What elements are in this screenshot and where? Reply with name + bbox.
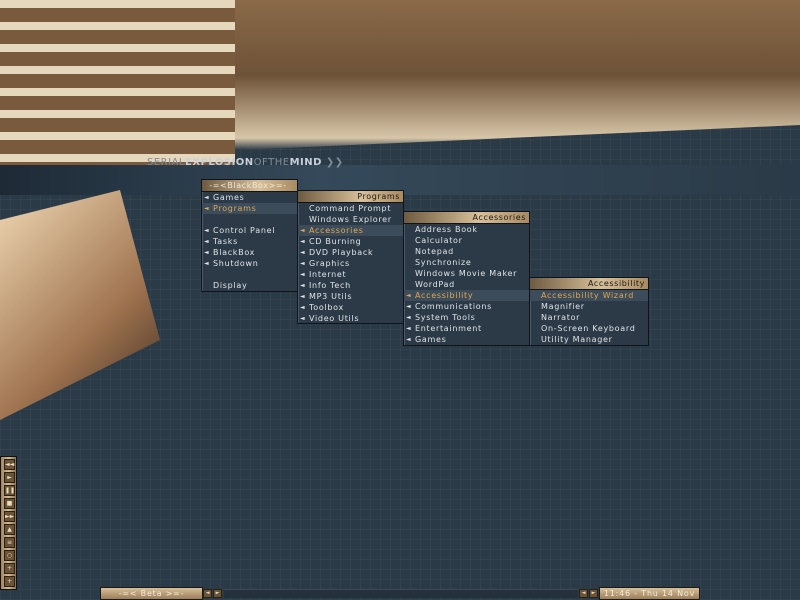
workspace-label[interactable]: -=< Beta >=- — [100, 587, 203, 600]
menu-item-calculator[interactable]: Calculator — [404, 235, 529, 246]
menu-item-video-utils[interactable]: Video Utils — [298, 313, 403, 324]
play-icon[interactable]: ► — [4, 472, 15, 483]
next-workspace-button[interactable]: ► — [213, 589, 222, 598]
accessibility-submenu: Accessibility Accessibility Wizard Magnifi… — [529, 277, 649, 346]
next-window-button[interactable]: ► — [589, 589, 598, 598]
menu-item-wordpad[interactable]: WordPad — [404, 279, 529, 290]
menu-item-system-tools[interactable]: System Tools — [404, 312, 529, 323]
eject-icon[interactable]: ▲ — [4, 524, 15, 535]
menu-separator — [202, 214, 297, 225]
media-toolbar: ◄◄ ► ❚❚ ■ ►► ▲ ≡ ○ + + — [0, 456, 17, 590]
menu-title: Accessibility — [530, 278, 648, 290]
menu-item-entertainment[interactable]: Entertainment — [404, 323, 529, 334]
menu-item-blackbox[interactable]: BlackBox — [202, 247, 297, 258]
menu-item-control-panel[interactable]: Control Panel — [202, 225, 297, 236]
menu-item-mp3-utils[interactable]: MP3 Utils — [298, 291, 403, 302]
clock: 11:46 - Thu 14 Nov — [599, 587, 700, 600]
menu-item-notepad[interactable]: Notepad — [404, 246, 529, 257]
menu-item-narrator[interactable]: Narrator — [530, 312, 648, 323]
accessories-submenu: Accessories Address Book Calculator Notepad… — [403, 211, 530, 346]
menu-item-on-screen-keyboard[interactable]: On-Screen Keyboard — [530, 323, 648, 334]
wallpaper-beams — [0, 0, 235, 165]
menu-item-info-tech[interactable]: Info Tech — [298, 280, 403, 291]
menu-title: Accessories — [404, 212, 529, 224]
menu-item-toolbox[interactable]: Toolbox — [298, 302, 403, 313]
volume-up-icon[interactable]: + — [4, 563, 15, 574]
blackbox-root-menu: -=<BlackBox>=-GamesPrograms Control Panel… — [201, 179, 298, 292]
repeat-icon[interactable]: ○ — [4, 550, 15, 561]
menu-item-display[interactable]: Display — [202, 280, 297, 291]
menu-title: -=<BlackBox>=- — [202, 180, 297, 192]
programs-submenu: ProgramsCommand PromptWindows ExplorerAc… — [297, 190, 404, 324]
menu-item-cd-burning[interactable]: CD Burning — [298, 236, 403, 247]
wallpaper-logo: SERIALEXPLOSIONOFTHEMIND ❯❯ — [147, 157, 344, 168]
fast-forward-icon[interactable]: ►► — [4, 511, 15, 522]
menu-item-tasks[interactable]: Tasks — [202, 236, 297, 247]
menu-item-utility-manager[interactable]: Utility Manager — [530, 334, 648, 345]
menu-title: Programs — [298, 191, 403, 203]
prev-workspace-button[interactable]: ◄ — [203, 589, 212, 598]
menu-item-synchronize[interactable]: Synchronize — [404, 257, 529, 268]
menu-item-dvd-playback[interactable]: DVD Playback — [298, 247, 403, 258]
menu-item-internet[interactable]: Internet — [298, 269, 403, 280]
menu-item-games[interactable]: Games — [202, 192, 297, 203]
menu-item-programs[interactable]: Programs — [202, 203, 297, 214]
menu-item-magnifier[interactable]: Magnifier — [530, 301, 648, 312]
menu-item-accessibility[interactable]: Accessibility — [404, 290, 529, 301]
menu-item-games[interactable]: Games — [404, 334, 529, 345]
menu-item-command-prompt[interactable]: Command Prompt — [298, 203, 403, 214]
menu-separator — [202, 269, 297, 280]
menu-item-communications[interactable]: Communications — [404, 301, 529, 312]
menu-item-windows-explorer[interactable]: Windows Explorer — [298, 214, 403, 225]
menu-item-accessories[interactable]: Accessories — [298, 225, 403, 236]
pause-icon[interactable]: ❚❚ — [4, 485, 15, 496]
menu-item-windows-movie-maker[interactable]: Windows Movie Maker — [404, 268, 529, 279]
rewind-icon[interactable]: ◄◄ — [4, 459, 15, 470]
menu-item-accessibility-wizard[interactable]: Accessibility Wizard — [530, 290, 648, 301]
menu-item-address-book[interactable]: Address Book — [404, 224, 529, 235]
menu-item-shutdown[interactable]: Shutdown — [202, 258, 297, 269]
prev-window-button[interactable]: ◄ — [579, 589, 588, 598]
taskbar-window-area[interactable] — [224, 589, 578, 598]
playlist-icon[interactable]: ≡ — [4, 537, 15, 548]
stop-icon[interactable]: ■ — [4, 498, 15, 509]
volume-down-icon[interactable]: + — [4, 576, 15, 587]
menu-item-graphics[interactable]: Graphics — [298, 258, 403, 269]
